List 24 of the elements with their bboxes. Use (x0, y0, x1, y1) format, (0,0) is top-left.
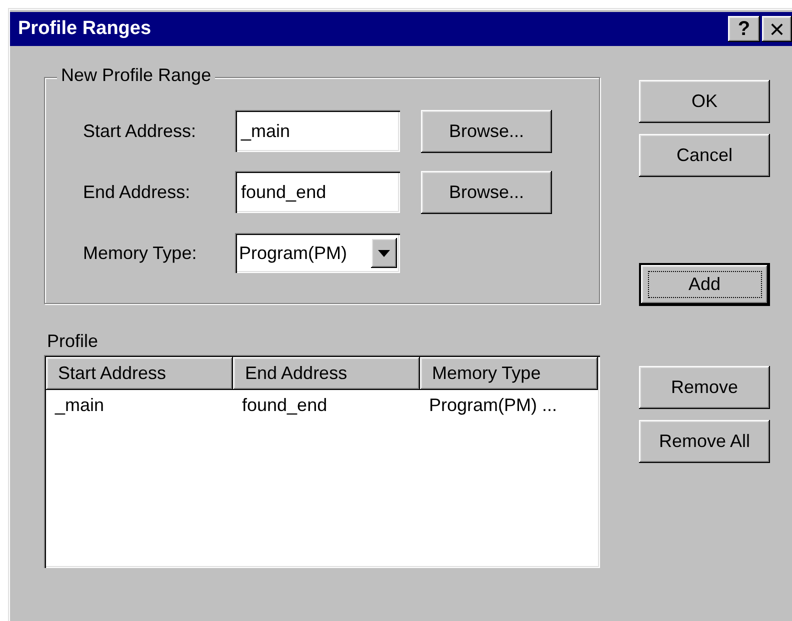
browse-button[interactable]: Browse... (421, 110, 552, 152)
remove-all-button[interactable]: Remove All (639, 420, 770, 463)
field-label: End Address: (83, 182, 192, 202)
column-header[interactable]: Start Address (46, 357, 233, 390)
remove-button[interactable]: Remove (639, 366, 770, 409)
help-button[interactable]: ? (728, 16, 760, 42)
ok-button[interactable]: OK (639, 80, 770, 123)
column-header[interactable]: End Address (233, 357, 420, 390)
text-field[interactable]: found_end (235, 171, 400, 213)
field-label: Memory Type: (83, 242, 198, 264)
list-label: Profile (47, 331, 100, 353)
column-header[interactable]: Memory Type (420, 357, 598, 390)
field-label: Start Address: (83, 120, 198, 142)
add-button[interactable]: Add (639, 263, 770, 306)
table-cell-text: Program(PM) ... (428, 394, 558, 416)
browse-button[interactable]: Browse... (421, 170, 552, 214)
cancel-button[interactable]: Cancel (639, 134, 770, 177)
group-title: New Profile Range (57, 65, 216, 86)
close-button[interactable]: × (762, 16, 792, 42)
table-cell-text: found_end (241, 394, 328, 416)
table-cell-text: _main (54, 394, 106, 416)
dropdown[interactable]: Program(PM) (235, 233, 400, 273)
window-title: Profile Ranges (18, 18, 152, 40)
text-field[interactable]: _main (235, 110, 400, 152)
